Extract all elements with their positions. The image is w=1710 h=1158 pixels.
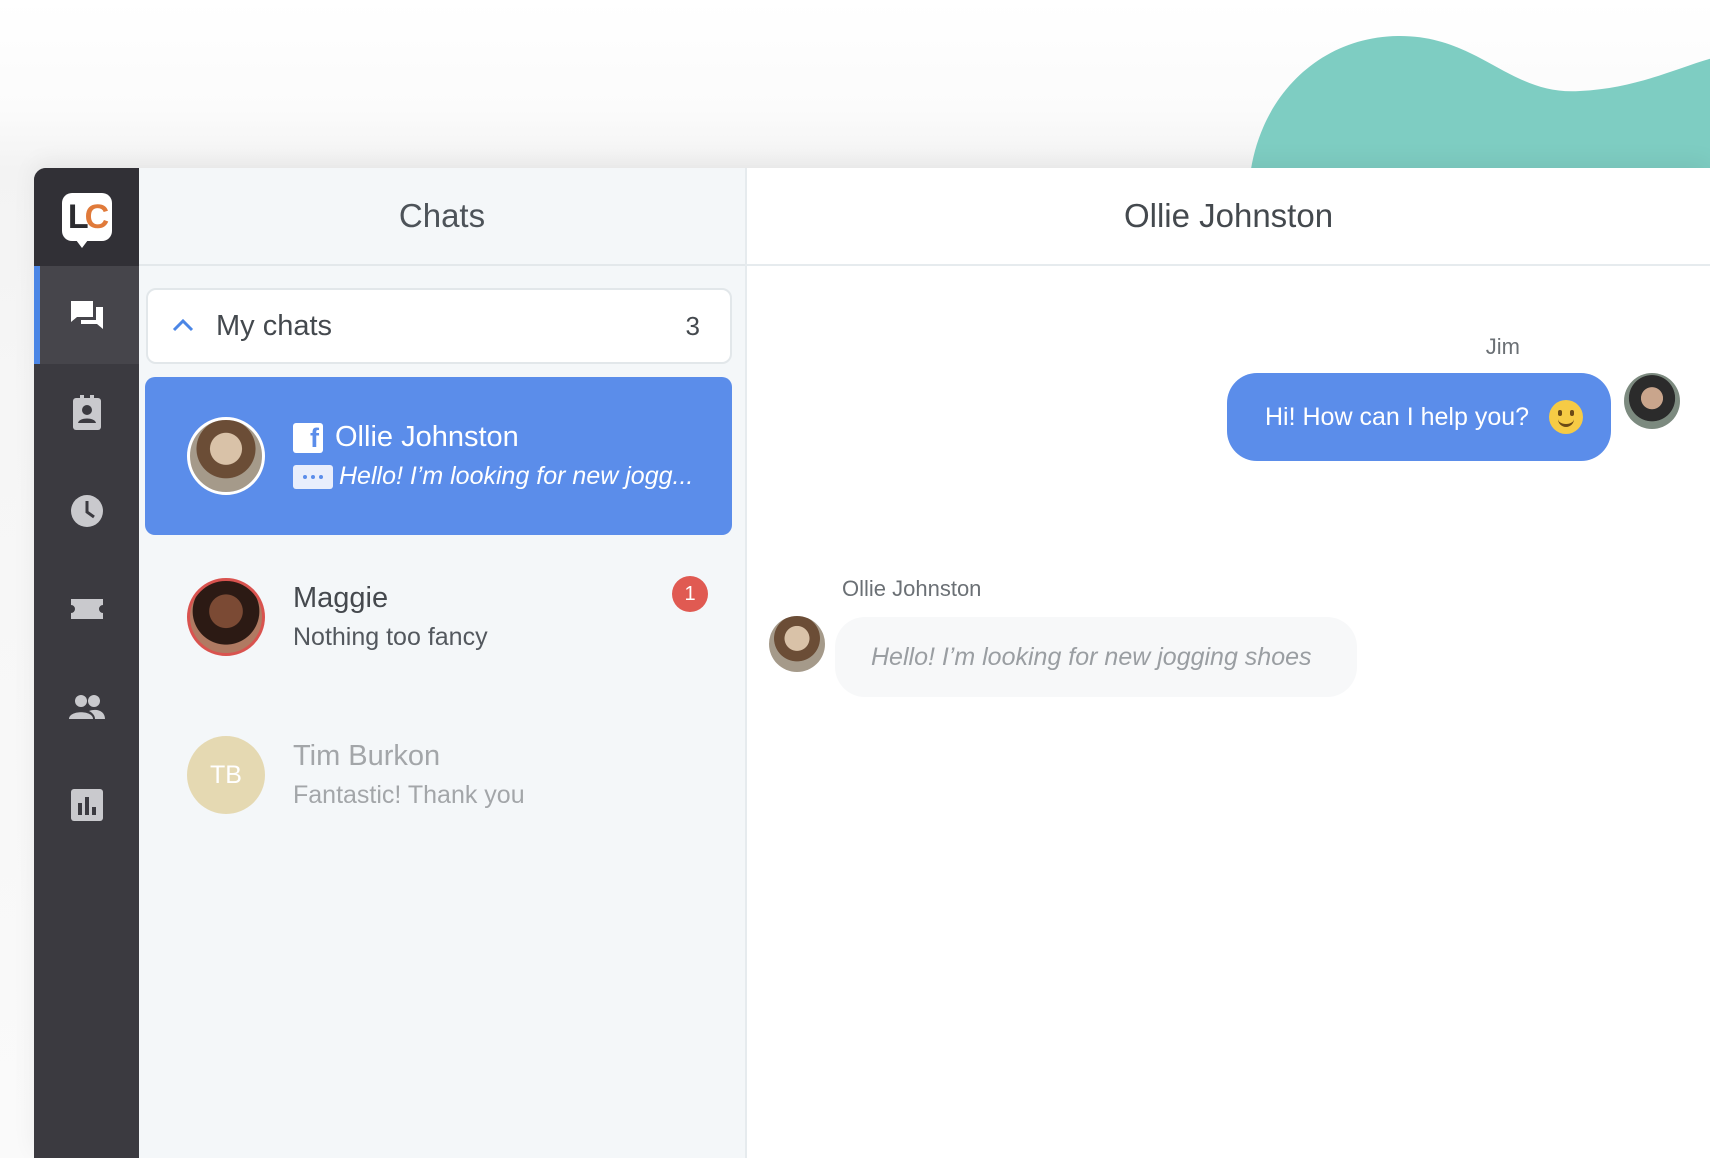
facebook-icon: f (293, 422, 323, 453)
nav-contacts[interactable] (34, 364, 139, 462)
message-text: Hi! How can I help you? (1265, 402, 1530, 431)
reports-icon (70, 789, 103, 821)
nav-tickets[interactable] (34, 560, 139, 658)
nav-team[interactable] (34, 658, 139, 756)
nav-rail: LC (34, 168, 139, 1158)
decorative-wave (1250, 36, 1710, 176)
tickets-icon (70, 599, 103, 619)
nav-chats[interactable] (34, 266, 139, 364)
agent-message-bubble: Hi! How can I help you? (1227, 373, 1611, 461)
smile-emoji-icon (1549, 400, 1584, 434)
chat-item-maggie[interactable]: Maggie Nothing too fancy 1 (145, 546, 732, 688)
chat-item-preview: Nothing too fancy (293, 623, 488, 651)
team-icon (68, 695, 105, 719)
app-window: LC Chats My chats 3 f Ollie Johnston Hel… (34, 168, 1710, 1158)
message-text: Hello! I’m looking for new jogging shoes (871, 642, 1312, 671)
chat-list-header: Chats (139, 168, 745, 266)
message-author: Ollie Johnston (842, 576, 982, 601)
avatar (187, 578, 265, 656)
livechat-logo[interactable]: LC (61, 193, 112, 248)
chat-list-panel: Chats My chats 3 f Ollie Johnston Hello!… (139, 168, 747, 1158)
avatar-initials: TB (187, 736, 265, 814)
customer-avatar (769, 616, 825, 672)
chat-item-preview: Fantastic! Thank you (293, 781, 525, 809)
preview-row: Hello! I’m looking for new jogg... (293, 462, 693, 491)
chat-item-name: Tim Burkon (293, 740, 441, 772)
chat-item-tim-burkon[interactable]: TB Tim Burkon Fantastic! Thank you (145, 700, 732, 850)
my-chats-label: My chats (216, 309, 333, 342)
agent-avatar (1624, 373, 1680, 429)
typing-indicator-icon (293, 464, 333, 489)
customer-typing-bubble: Hello! I’m looking for new jogging shoes (835, 617, 1357, 697)
chat-item-info: Tim Burkon Fantastic! Thank you (293, 740, 525, 810)
my-chats-count: 3 (685, 310, 700, 341)
chat-item-ollie-johnston[interactable]: f Ollie Johnston Hello! I’m looking for … (145, 377, 732, 535)
chat-item-name: Maggie (293, 582, 389, 614)
logo-letter-c: C (84, 197, 109, 236)
unread-badge: 1 (672, 576, 708, 612)
chats-icon (70, 301, 103, 329)
avatar (187, 417, 265, 495)
logo-letter-l: L (67, 197, 89, 236)
logo-tail (75, 240, 88, 248)
chat-item-info: f Ollie Johnston Hello! I’m looking for … (293, 421, 693, 491)
chat-list-title: Chats (398, 197, 486, 234)
contacts-icon (72, 395, 101, 430)
conversation-panel: Ollie Johnston Jim Hi! How can I help yo… (747, 168, 1710, 1158)
chat-item-preview: Hello! I’m looking for new jogg... (339, 462, 694, 490)
stage: LC Chats My chats 3 f Ollie Johnston Hel… (0, 0, 1710, 1158)
nav-reports[interactable] (34, 756, 139, 854)
conversation-title: Ollie Johnston (1123, 197, 1334, 234)
nav-history[interactable] (34, 462, 139, 560)
chat-item-name: Ollie Johnston (335, 421, 519, 453)
chat-item-info: Maggie Nothing too fancy (293, 582, 488, 652)
chevron-up-icon (172, 318, 194, 332)
message-author: Jim (1485, 334, 1520, 359)
logo-cell: LC (34, 168, 139, 266)
name-row: f Ollie Johnston (293, 421, 693, 454)
conversation-header: Ollie Johnston (747, 168, 1710, 266)
history-icon (70, 495, 103, 527)
my-chats-section-toggle[interactable]: My chats 3 (146, 288, 732, 364)
